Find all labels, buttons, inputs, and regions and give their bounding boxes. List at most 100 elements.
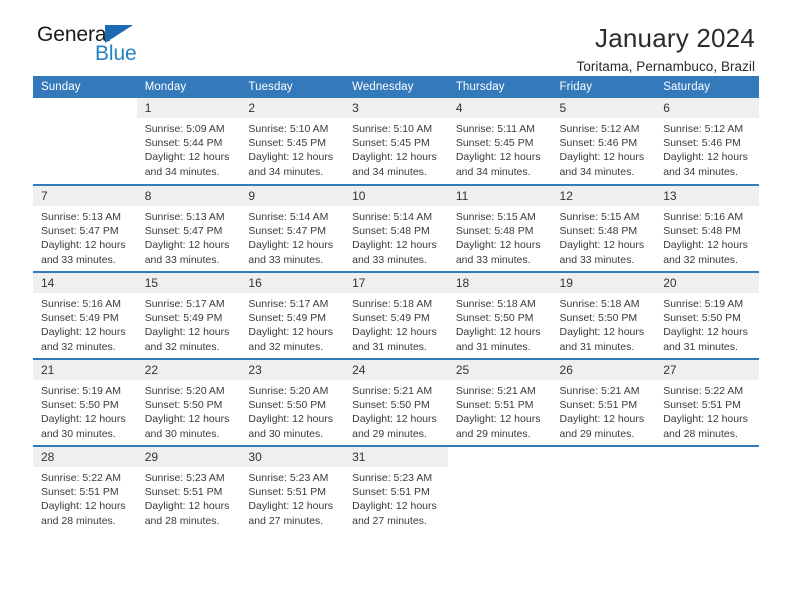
day-details: Sunrise: 5:16 AM Sunset: 5:48 PM Daylight:… (655, 206, 759, 267)
calendar-day-cell[interactable]: 31 Sunrise: 5:23 AM Sunset: 5:51 PM Dayligh… (344, 446, 448, 533)
day-details: Sunrise: 5:15 AM Sunset: 5:48 PM Daylight:… (448, 206, 552, 267)
calendar-day-cell[interactable]: 18 Sunrise: 5:18 AM Sunset: 5:50 PM Dayligh… (447, 272, 552, 360)
calendar-day-cell[interactable]: 13 Sunrise: 5:16 AM Sunset: 5:48 PM Dayligh… (655, 185, 759, 273)
general-blue-logo: General Blue (37, 24, 197, 72)
daylight-duration-line2: and 28 minutes. (144, 514, 220, 527)
sunset-time: Sunset: 5:51 PM (248, 486, 327, 499)
calendar-day-cell[interactable]: 15 Sunrise: 5:17 AM Sunset: 5:49 PM Dayligh… (136, 272, 241, 360)
sunset-time: Sunset: 5:45 PM (352, 137, 430, 150)
sunrise-time: Sunrise: 5:12 AM (663, 123, 744, 135)
day-number: 17 (344, 273, 448, 293)
calendar-day-cell[interactable]: 17 Sunrise: 5:18 AM Sunset: 5:49 PM Dayligh… (344, 272, 448, 360)
day-number (551, 447, 656, 467)
sunset-time: Sunset: 5:48 PM (455, 225, 534, 238)
day-number: 5 (551, 98, 656, 118)
day-number: 1 (136, 98, 241, 118)
day-details: Sunrise: 5:10 AM Sunset: 5:45 PM Daylight:… (344, 118, 448, 179)
day-number: 14 (33, 273, 137, 293)
sunset-time: Sunset: 5:47 PM (41, 225, 119, 238)
calendar-day-cell[interactable]: 10 Sunrise: 5:14 AM Sunset: 5:48 PM Dayligh… (344, 185, 448, 273)
calendar-day-cell[interactable]: 22 Sunrise: 5:20 AM Sunset: 5:50 PM Dayligh… (136, 359, 241, 447)
day-details: Sunrise: 5:09 AM Sunset: 5:44 PM Daylight:… (137, 118, 241, 179)
calendar-day-cell[interactable]: 14 Sunrise: 5:16 AM Sunset: 5:49 PM Dayligh… (33, 272, 137, 360)
triangle-icon (105, 25, 133, 43)
sunset-time: Sunset: 5:50 PM (144, 399, 223, 412)
calendar-day-cell[interactable]: 26 Sunrise: 5:21 AM Sunset: 5:51 PM Dayligh… (551, 359, 656, 447)
calendar-day-cell[interactable]: 4 Sunrise: 5:11 AM Sunset: 5:45 PM Daylight… (447, 98, 552, 186)
calendar-day-cell[interactable]: 29 Sunrise: 5:23 AM Sunset: 5:51 PM Dayligh… (136, 446, 241, 533)
day-number: 19 (551, 273, 656, 293)
daylight-duration-line1: Daylight: 12 hours (248, 326, 334, 339)
day-details: Sunrise: 5:23 AM Sunset: 5:51 PM Daylight:… (137, 467, 241, 528)
sunset-time: Sunset: 5:45 PM (248, 137, 327, 150)
sunset-time: Sunset: 5:48 PM (559, 225, 638, 238)
calendar-day-cell[interactable]: 11 Sunrise: 5:15 AM Sunset: 5:48 PM Dayligh… (447, 185, 552, 273)
day-number: 13 (655, 186, 759, 206)
day-number: 27 (655, 360, 759, 380)
sunrise-time: Sunrise: 5:20 AM (144, 385, 225, 397)
day-number: 16 (240, 273, 345, 293)
day-number: 24 (344, 360, 448, 380)
calendar-day-cell[interactable]: 23 Sunrise: 5:20 AM Sunset: 5:50 PM Dayligh… (240, 359, 345, 447)
sunrise-time: Sunrise: 5:16 AM (41, 298, 121, 310)
daylight-duration-line1: Daylight: 12 hours (248, 500, 334, 513)
daylight-duration-line2: and 29 minutes. (352, 427, 427, 440)
calendar-day-cell[interactable]: 30 Sunrise: 5:23 AM Sunset: 5:51 PM Dayligh… (240, 446, 345, 533)
sunrise-time: Sunrise: 5:12 AM (559, 123, 640, 135)
day-number (33, 98, 137, 118)
calendar-day-cell[interactable]: 19 Sunrise: 5:18 AM Sunset: 5:50 PM Dayligh… (551, 272, 656, 360)
day-details: Sunrise: 5:22 AM Sunset: 5:51 PM Daylight:… (655, 380, 759, 441)
calendar-day-cell[interactable]: 27 Sunrise: 5:22 AM Sunset: 5:51 PM Dayligh… (655, 359, 759, 447)
calendar-day-cell[interactable]: 16 Sunrise: 5:17 AM Sunset: 5:49 PM Dayligh… (240, 272, 345, 360)
calendar-day-cell[interactable]: 6 Sunrise: 5:12 AM Sunset: 5:46 PM Daylight… (655, 98, 759, 186)
daylight-duration-line1: Daylight: 12 hours (455, 413, 541, 426)
weekday-header-thursday: Thursday (447, 76, 552, 98)
calendar-day-cell[interactable]: 8 Sunrise: 5:13 AM Sunset: 5:47 PM Daylight… (136, 185, 241, 273)
daylight-duration-line1: Daylight: 12 hours (144, 413, 230, 426)
sunrise-time: Sunrise: 5:20 AM (248, 385, 329, 397)
day-details: Sunrise: 5:19 AM Sunset: 5:50 PM Daylight:… (33, 380, 137, 441)
calendar-day-cell[interactable]: 9 Sunrise: 5:14 AM Sunset: 5:47 PM Daylight… (240, 185, 345, 273)
calendar-day-cell[interactable]: 24 Sunrise: 5:21 AM Sunset: 5:50 PM Dayligh… (344, 359, 448, 447)
sunset-time: Sunset: 5:49 PM (352, 312, 430, 325)
sunset-time: Sunset: 5:48 PM (352, 225, 430, 238)
sunrise-time: Sunrise: 5:16 AM (663, 211, 744, 223)
calendar-day-cell[interactable]: 7 Sunrise: 5:13 AM Sunset: 5:47 PM Daylight… (33, 185, 137, 273)
calendar-day-cell[interactable]: 20 Sunrise: 5:19 AM Sunset: 5:50 PM Dayligh… (655, 272, 759, 360)
calendar-day-cell[interactable]: 12 Sunrise: 5:15 AM Sunset: 5:48 PM Dayligh… (551, 185, 656, 273)
calendar-day-cell[interactable]: 28 Sunrise: 5:22 AM Sunset: 5:51 PM Dayligh… (33, 446, 137, 533)
calendar-day-cell[interactable]: 5 Sunrise: 5:12 AM Sunset: 5:46 PM Daylight… (551, 98, 656, 186)
daylight-duration-line1: Daylight: 12 hours (559, 326, 645, 339)
sunrise-time: Sunrise: 5:15 AM (455, 211, 536, 223)
daylight-duration-line2: and 33 minutes. (248, 253, 324, 266)
sunrise-time: Sunrise: 5:18 AM (559, 298, 640, 310)
sunset-time: Sunset: 5:50 PM (41, 399, 119, 412)
sunrise-time: Sunrise: 5:15 AM (559, 211, 640, 223)
calendar-day-cell[interactable]: 2 Sunrise: 5:10 AM Sunset: 5:45 PM Daylight… (240, 98, 345, 186)
sunrise-time: Sunrise: 5:10 AM (352, 123, 433, 135)
day-number: 23 (240, 360, 345, 380)
daylight-duration-line2: and 32 minutes. (41, 340, 116, 353)
sunrise-time: Sunrise: 5:14 AM (352, 211, 433, 223)
daylight-duration-line2: and 27 minutes. (248, 514, 324, 527)
day-number (655, 447, 759, 467)
daylight-duration-line1: Daylight: 12 hours (41, 500, 126, 513)
calendar-day-cell[interactable]: 21 Sunrise: 5:19 AM Sunset: 5:50 PM Dayligh… (33, 359, 137, 447)
calendar-day-cell[interactable]: 3 Sunrise: 5:10 AM Sunset: 5:45 PM Daylight… (344, 98, 448, 186)
daylight-duration-line1: Daylight: 12 hours (352, 239, 437, 252)
sunset-time: Sunset: 5:47 PM (144, 225, 223, 238)
calendar-day-cell[interactable]: 25 Sunrise: 5:21 AM Sunset: 5:51 PM Dayligh… (447, 359, 552, 447)
calendar-week-row: 21 Sunrise: 5:19 AM Sunset: 5:50 PM Dayligh… (33, 359, 759, 447)
day-details: Sunrise: 5:23 AM Sunset: 5:51 PM Daylight:… (240, 467, 344, 528)
daylight-duration-line2: and 33 minutes. (41, 253, 116, 266)
daylight-duration-line2: and 30 minutes. (41, 427, 116, 440)
calendar-header-row: Sunday Monday Tuesday Wednesday Thursday… (33, 76, 759, 98)
sunrise-time: Sunrise: 5:13 AM (144, 211, 225, 223)
sunset-time: Sunset: 5:46 PM (663, 137, 741, 150)
daylight-duration-line1: Daylight: 12 hours (663, 326, 748, 339)
calendar-day-cell[interactable]: 1 Sunrise: 5:09 AM Sunset: 5:44 PM Daylight… (136, 98, 241, 186)
sunrise-time: Sunrise: 5:23 AM (144, 472, 225, 484)
daylight-duration-line1: Daylight: 12 hours (41, 413, 126, 426)
calendar-week-row: 1 Sunrise: 5:09 AM Sunset: 5:44 PM Daylight… (33, 98, 759, 186)
daylight-duration-line2: and 33 minutes. (352, 253, 427, 266)
